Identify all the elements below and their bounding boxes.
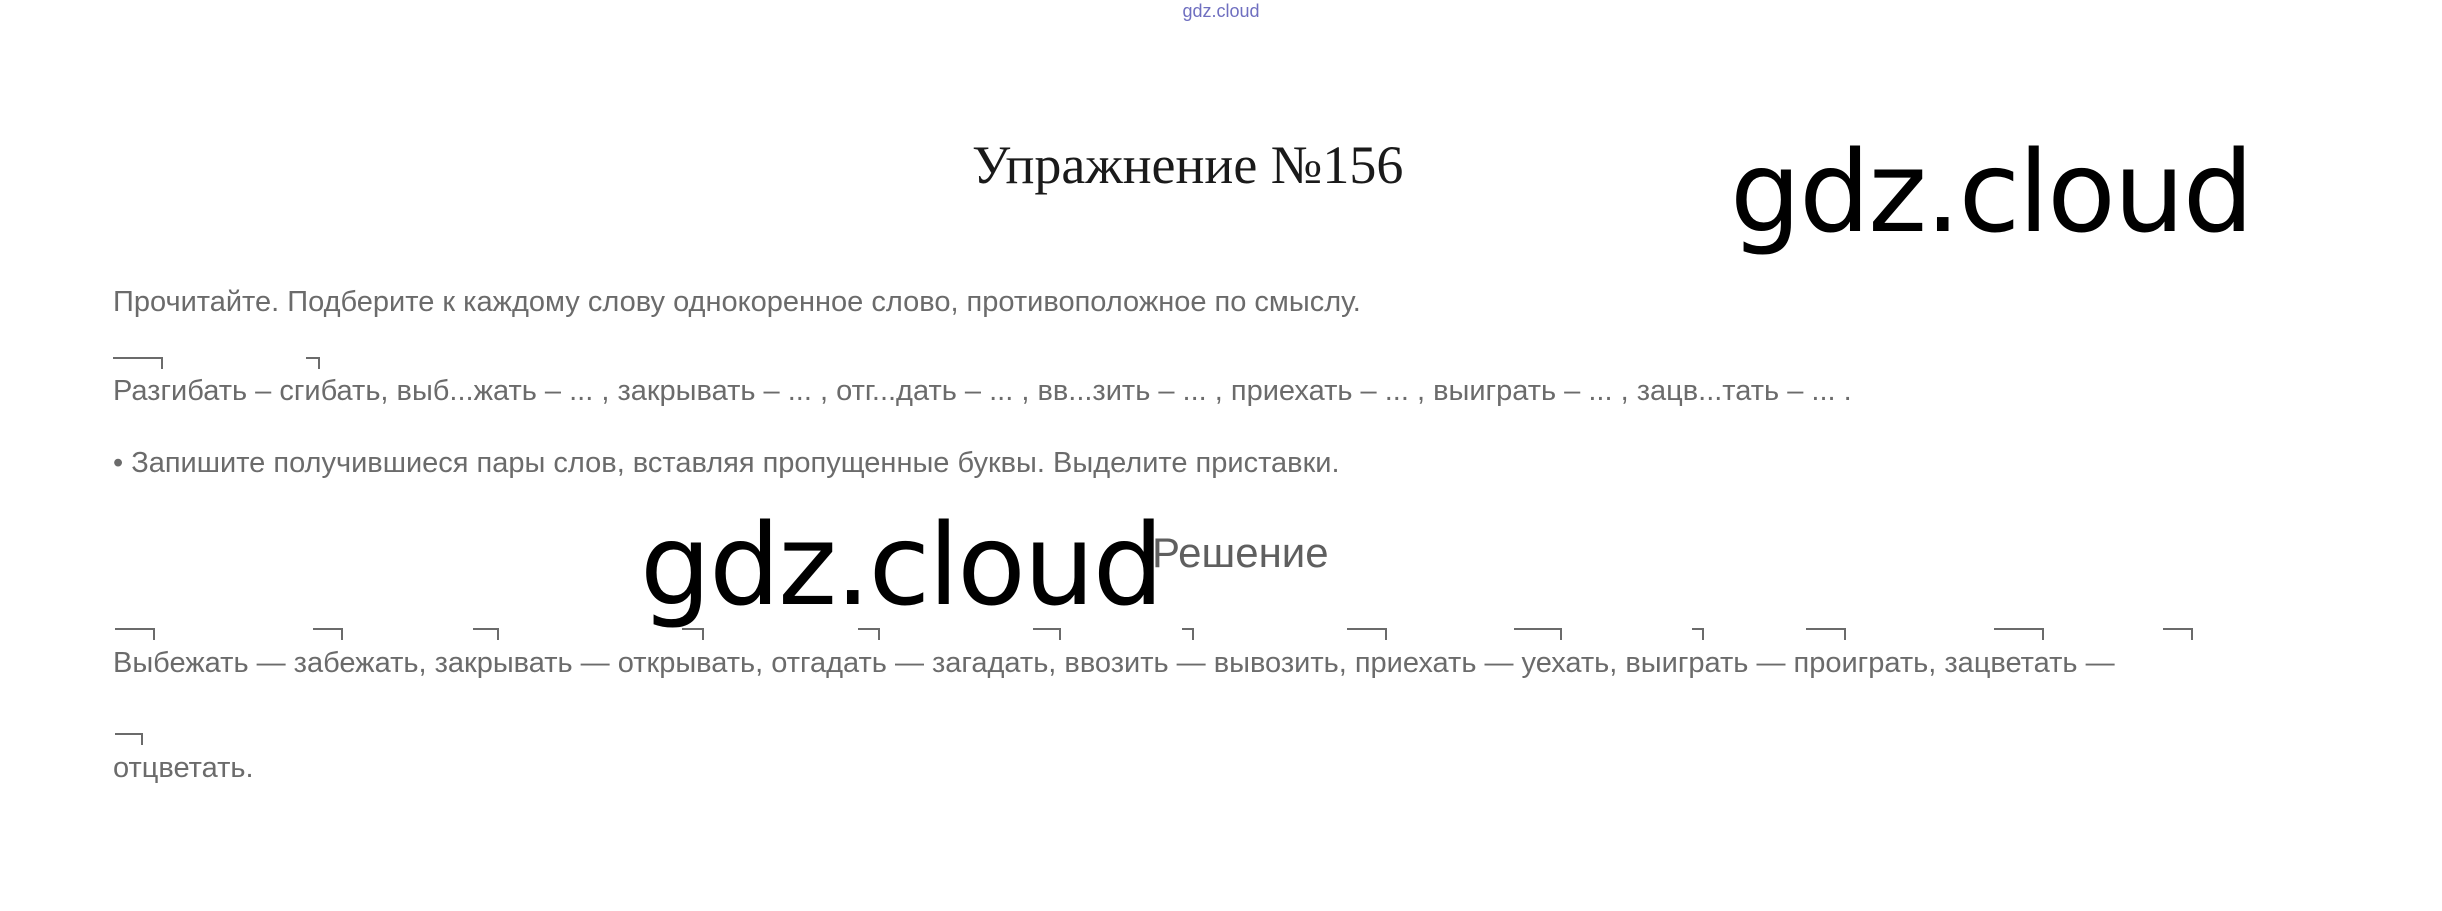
prefix-mark — [1514, 628, 1562, 640]
exercise-task: • Запишите получившиеся пары слов, встав… — [113, 447, 1340, 479]
prefix-mark — [115, 628, 155, 640]
prefix-mark — [1994, 628, 2044, 640]
prefix-mark — [113, 357, 163, 369]
prefix-mark — [473, 628, 499, 640]
prefix-mark — [858, 628, 880, 640]
prefix-mark — [1692, 628, 1704, 640]
exercise-instruction: Прочитайте. Подберите к каждому слову од… — [113, 286, 1361, 318]
answer-line-2: отцветать. — [113, 752, 254, 784]
small-watermark: gdz.cloud — [1182, 1, 1260, 21]
prefix-mark — [115, 733, 143, 745]
prefix-mark — [1033, 628, 1061, 640]
prefix-mark — [306, 357, 320, 369]
exercise-words: Разгибать – сгибать, выб...жать – ... , … — [113, 375, 1852, 407]
watermark-middle: gdz.cloud — [640, 501, 1164, 631]
prefix-mark — [1806, 628, 1846, 640]
prefix-mark — [313, 628, 343, 640]
prefix-mark — [1182, 628, 1194, 640]
prefix-mark — [682, 628, 704, 640]
page-title: Упражнение №156 — [972, 135, 1404, 195]
prefix-mark — [1347, 628, 1387, 640]
answer-line-1: Выбежать — забежать, закрывать — открыва… — [113, 647, 2115, 679]
watermark-top-right: gdz.cloud — [1730, 128, 2254, 258]
solution-heading: Решение — [1152, 529, 1329, 576]
prefix-mark — [2163, 628, 2193, 640]
